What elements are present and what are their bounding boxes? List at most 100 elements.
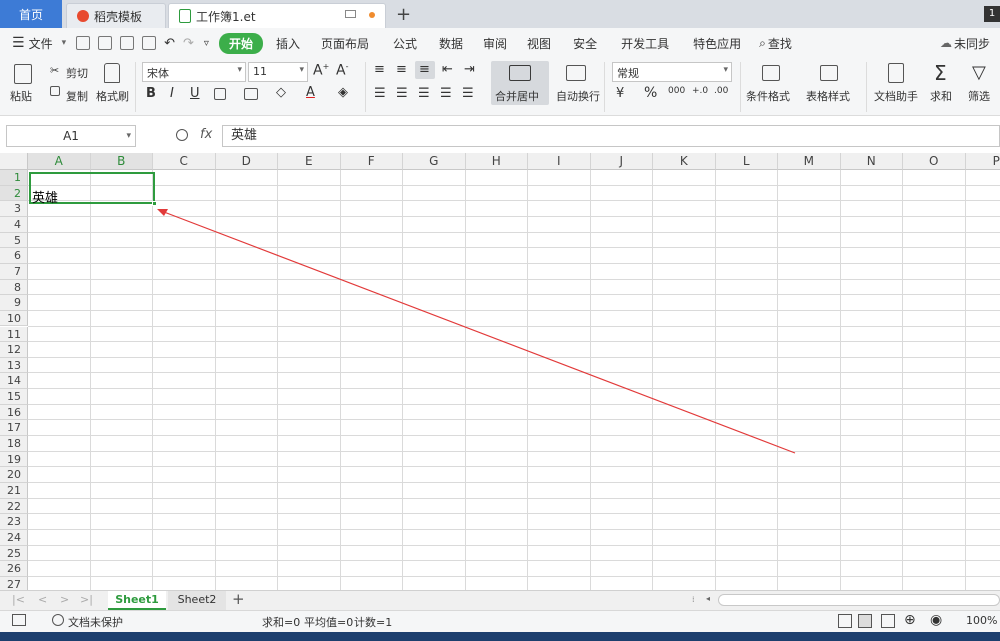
conditional-format-icon[interactable] [762, 65, 780, 81]
table-style-icon[interactable] [820, 65, 838, 81]
format-painter-button[interactable]: 格式刷 [96, 88, 129, 104]
menu-file[interactable]: 文件 [25, 35, 62, 52]
redo-icon[interactable]: ↷ [183, 36, 194, 51]
row-header-14[interactable]: 14 [0, 373, 28, 390]
border-icon[interactable] [214, 88, 226, 100]
save-icon[interactable] [76, 36, 91, 50]
row-header-21[interactable]: 21 [0, 483, 28, 499]
menu-formula[interactable]: 公式 [381, 35, 429, 52]
font-name-select[interactable]: 宋体 [142, 62, 246, 82]
menu-search[interactable]: 查找 [766, 35, 801, 52]
cut-button[interactable]: 剪切 [66, 65, 88, 81]
column-header-b[interactable]: B [90, 153, 153, 170]
sum-button[interactable]: 求和 [930, 88, 952, 104]
row-header-6[interactable]: 6 [0, 248, 28, 264]
row-header-4[interactable]: 4 [0, 216, 28, 233]
export-pdf-icon[interactable] [98, 36, 113, 50]
number-format-select[interactable]: 常规 [612, 62, 732, 82]
row-header-10[interactable]: 10 [0, 310, 28, 327]
page-break-view-icon[interactable] [881, 614, 895, 628]
quick-access-more-icon[interactable]: ▿ [204, 38, 209, 49]
bold-icon[interactable]: B [146, 86, 156, 101]
first-sheet-icon[interactable]: |< [12, 593, 25, 606]
copy-button[interactable]: 复制 [66, 88, 88, 104]
menu-start[interactable]: 开始 [218, 32, 263, 54]
column-header-d[interactable]: D [215, 153, 278, 170]
column-header-i[interactable]: I [528, 153, 591, 170]
row-header-2[interactable]: 2 [0, 185, 28, 202]
column-header-p[interactable]: P [965, 153, 1000, 170]
wrap-text-button[interactable]: 自动换行 [556, 88, 600, 104]
undo-icon[interactable]: ↶ [164, 36, 175, 51]
distributed-icon[interactable]: ☰ [462, 86, 474, 101]
underline-icon[interactable]: U [190, 86, 200, 101]
paste-button[interactable]: 粘贴 [10, 88, 32, 104]
select-all-corner[interactable] [0, 153, 28, 170]
column-header-l[interactable]: L [715, 153, 778, 170]
row-header-5[interactable]: 5 [0, 232, 28, 249]
decrease-font-icon[interactable]: A- [336, 62, 348, 79]
spreadsheet-grid[interactable]: ABCDEFGHIJKLMNOP 1 2 3 4 5 6 7 8 9 10 11 12 13 14 15 16… [0, 153, 1000, 590]
search-icon[interactable]: ⌕ [759, 36, 766, 51]
wrap-text-icon[interactable] [566, 65, 586, 81]
window-badge[interactable]: 1 [984, 6, 1000, 22]
thousands-icon[interactable]: 000 [668, 86, 685, 96]
row-header-16[interactable]: 16 [0, 404, 28, 421]
column-header-j[interactable]: J [590, 153, 653, 170]
column-header-a[interactable]: A [28, 153, 91, 170]
add-sheet-icon[interactable]: + [232, 590, 245, 608]
row-header-27[interactable]: 27 [0, 576, 28, 590]
copy-icon[interactable] [50, 86, 60, 96]
menu-view[interactable]: 视图 [517, 35, 561, 52]
tab-workbook[interactable]: 工作簿1.et [168, 3, 386, 28]
menu-developer[interactable]: 开发工具 [609, 35, 681, 52]
new-tab-plus-icon[interactable]: + [396, 4, 411, 25]
row-header-24[interactable]: 24 [0, 529, 28, 546]
sync-status[interactable]: 未同步 [952, 35, 1000, 52]
scroll-splitter-icon[interactable]: ⁞ [692, 595, 702, 605]
print-preview-icon[interactable] [142, 36, 157, 50]
print-icon[interactable] [120, 36, 135, 50]
column-header-g[interactable]: G [403, 153, 466, 170]
eraser-icon[interactable]: ◈ [338, 85, 348, 100]
format-painter-icon[interactable] [104, 63, 120, 83]
indent-increase-icon[interactable]: ⇥ [464, 62, 475, 77]
row-header-8[interactable]: 8 [0, 279, 28, 296]
horizontal-scrollbar[interactable] [718, 594, 1000, 606]
menu-special[interactable]: 特色应用 [681, 35, 753, 52]
doc-helper-icon[interactable] [888, 63, 904, 83]
tab-home[interactable]: 首页 [0, 0, 62, 28]
column-header-f[interactable]: F [340, 153, 403, 170]
row-header-25[interactable]: 25 [0, 545, 28, 562]
currency-icon[interactable]: ¥ [616, 86, 624, 101]
table-style-button[interactable]: 表格样式 [806, 88, 850, 104]
row-header-7[interactable]: 7 [0, 263, 28, 280]
column-header-h[interactable]: H [465, 153, 528, 170]
menu-review[interactable]: 审阅 [473, 35, 517, 52]
eye-protection-icon[interactable]: ◉ [930, 612, 942, 628]
fill-handle[interactable] [152, 201, 157, 206]
fill-color-icon[interactable]: ◇ [276, 85, 286, 100]
zoom-level[interactable]: 100% [966, 614, 997, 627]
conditional-format-button[interactable]: 条件格式 [746, 88, 790, 104]
align-center-icon[interactable]: ☰ [396, 86, 408, 101]
column-header-m[interactable]: M [778, 153, 841, 170]
row-header-23[interactable]: 23 [0, 514, 28, 530]
reading-mode-icon[interactable]: ⊕ [904, 612, 916, 628]
menu-security[interactable]: 安全 [561, 35, 609, 52]
zoom-icon[interactable] [176, 129, 188, 141]
last-sheet-icon[interactable]: >| [80, 593, 93, 606]
row-header-3[interactable]: 3 [0, 201, 28, 217]
sheet-tab-1[interactable]: Sheet1 [108, 591, 166, 610]
sum-icon[interactable]: Σ [934, 61, 947, 85]
filter-icon[interactable]: ▽ [972, 62, 986, 83]
formula-input[interactable]: 英雄 [222, 125, 1000, 147]
percent-icon[interactable]: % [644, 85, 657, 101]
increase-font-icon[interactable]: A+ [313, 62, 329, 79]
paste-icon[interactable] [14, 64, 32, 84]
fullscreen-icon[interactable] [838, 614, 852, 628]
row-header-17[interactable]: 17 [0, 420, 28, 437]
scroll-left-icon[interactable]: ◂ [706, 594, 714, 606]
row-header-20[interactable]: 20 [0, 467, 28, 483]
column-header-c[interactable]: C [153, 153, 216, 170]
